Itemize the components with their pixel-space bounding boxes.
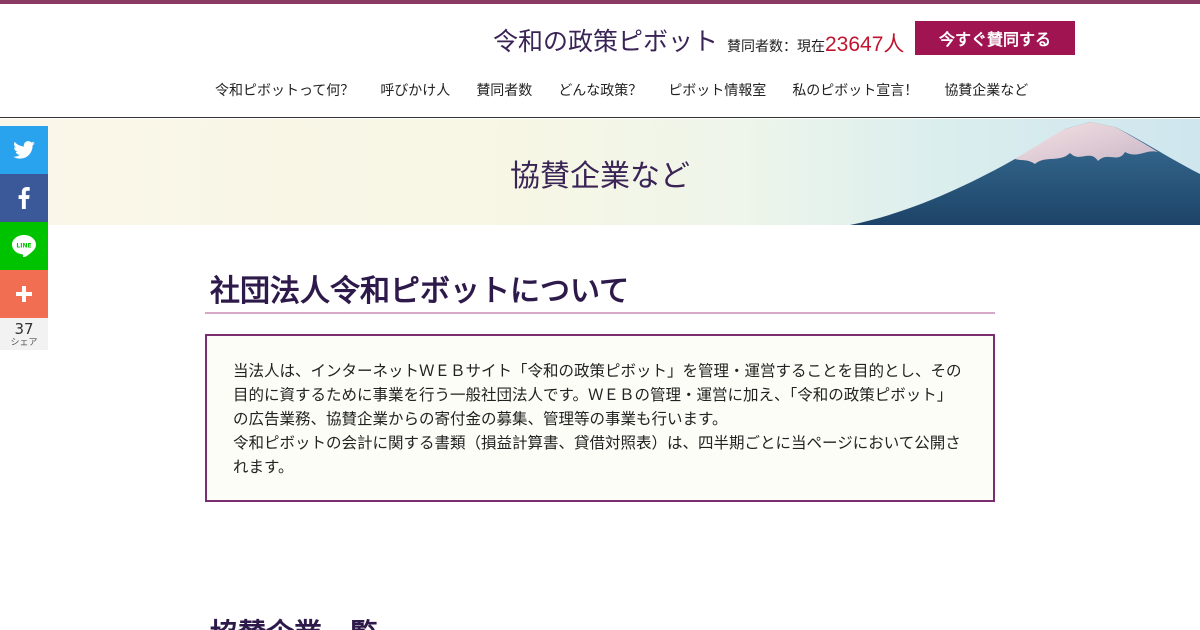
supporters-label: 賛同者数：現在 <box>727 39 825 55</box>
share-twitter-button[interactable] <box>0 126 48 174</box>
facebook-icon <box>18 187 30 209</box>
site-logo[interactable]: 令和の政策ピボット <box>493 22 718 58</box>
share-count-unit: シェア <box>10 338 38 348</box>
supporters-counter: 賛同者数：現在23647人 <box>727 28 904 58</box>
nav-item-supporters[interactable]: 賛同者数 <box>463 80 545 100</box>
about-paragraph-2: 令和ピボットの会計に関する書類（損益計算書、貸借対照表）は、四半期ごとに当ページ… <box>233 434 961 476</box>
about-paragraph-1: 当法人は、インターネットＷＥＢサイト「令和の政策ピボット」を管理・運営することを… <box>233 362 962 428</box>
section-heading-about: 社団法人令和ピボットについて <box>205 272 995 314</box>
hero-title: 協賛企業など <box>510 159 690 194</box>
about-info-box: 当法人は、インターネットＷＥＢサイト「令和の政策ピボット」を管理・運営することを… <box>205 334 995 502</box>
support-now-button[interactable]: 今すぐ賛同する <box>915 21 1075 55</box>
section-heading-sponsors: 協賛企業一覧 <box>210 612 378 630</box>
share-facebook-button[interactable] <box>0 174 48 222</box>
hero-banner: 協賛企業など <box>0 119 1200 225</box>
supporters-count: 23647人 <box>825 33 905 56</box>
line-icon: LINE <box>12 235 36 257</box>
main-nav: 令和ピボットって何？ 呼びかけ人 賛同者数 どんな政策？ ピボット情報室 私のピ… <box>202 80 1041 100</box>
nav-item-promoters[interactable]: 呼びかけ人 <box>367 80 463 100</box>
share-bar: LINE 37 シェア <box>0 126 48 350</box>
nav-item-my-declaration[interactable]: 私のピボット宣言！ <box>779 80 931 100</box>
section-title: 社団法人令和ピボットについて <box>210 274 630 309</box>
site-header: 令和の政策ピボット 賛同者数：現在23647人 今すぐ賛同する 令和ピボットって… <box>0 4 1200 118</box>
nav-item-about[interactable]: 令和ピボットって何？ <box>202 80 367 100</box>
nav-item-info-room[interactable]: ピボット情報室 <box>655 80 779 100</box>
share-more-button[interactable] <box>0 270 48 318</box>
twitter-icon <box>13 141 35 159</box>
nav-item-policies[interactable]: どんな政策？ <box>545 80 655 100</box>
share-count-number: 37 <box>14 320 34 338</box>
plus-icon <box>16 286 32 302</box>
share-count: 37 シェア <box>0 318 48 350</box>
share-line-button[interactable]: LINE <box>0 222 48 270</box>
nav-item-sponsors[interactable]: 協賛企業など <box>931 80 1041 100</box>
line-icon-label: LINE <box>16 243 31 250</box>
